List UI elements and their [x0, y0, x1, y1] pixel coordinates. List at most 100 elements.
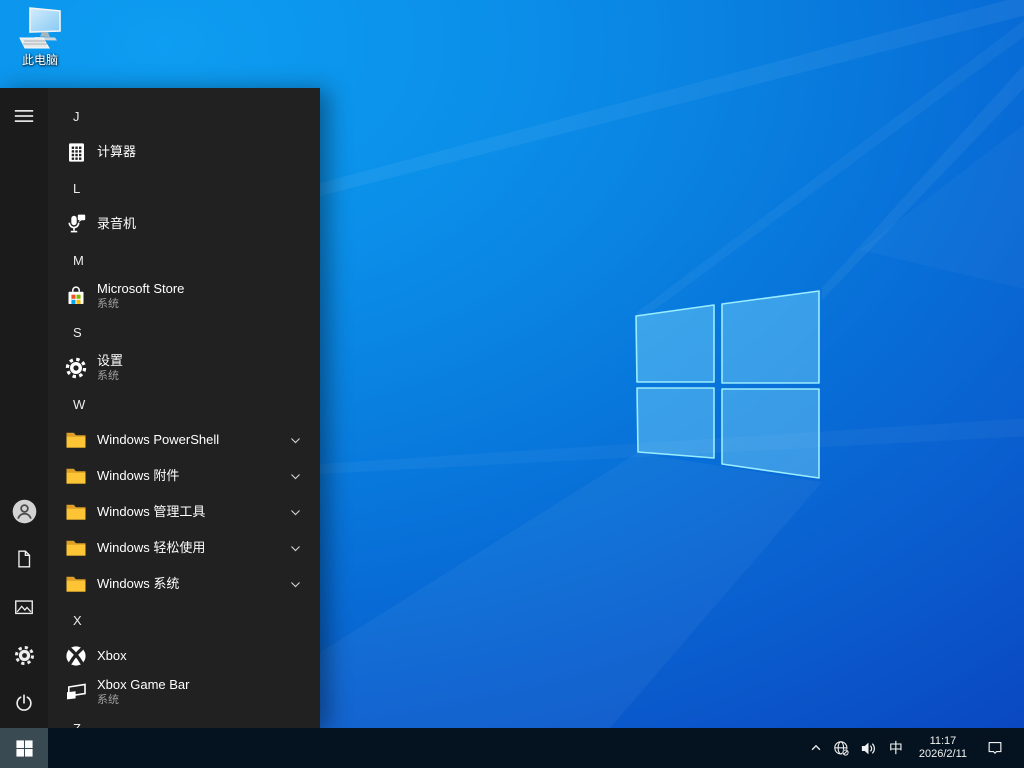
item-labels: 录音机	[97, 217, 136, 231]
start-menu-section-M[interactable]: M	[48, 242, 320, 278]
item-labels: Windows 系统	[97, 577, 179, 591]
clock-time: 11:17	[929, 735, 957, 747]
start-menu-item-voice-recorder[interactable]: 录音机	[48, 206, 320, 242]
ime-indicator[interactable]: 中	[882, 728, 910, 768]
chevron-down-icon[interactable]	[289, 470, 302, 483]
chevron-down-icon[interactable]	[289, 434, 302, 447]
item-title: Xbox	[97, 648, 127, 663]
action-center-button[interactable]	[976, 728, 1016, 768]
start-menu-section-Z[interactable]: Z	[48, 710, 320, 729]
item-labels: Microsoft Store 系统	[97, 280, 185, 311]
item-labels: Xbox	[97, 649, 127, 663]
chevron-down-icon[interactable]	[289, 578, 302, 591]
folder-icon	[64, 464, 88, 488]
hamburger-icon	[13, 105, 35, 127]
rail-button-documents[interactable]	[0, 535, 48, 583]
desktop-icon-label: 此电脑	[21, 53, 58, 67]
item-title: 设置	[97, 352, 124, 368]
rail-button-power[interactable]	[0, 679, 48, 727]
wallpaper-windows-logo	[635, 290, 820, 479]
start-menu-item-calculator[interactable]: 计算器	[48, 134, 320, 170]
calculator-icon	[64, 140, 88, 164]
item-title: Xbox Game Bar	[97, 676, 190, 692]
item-title: 计算器	[97, 144, 137, 159]
gamebar-icon	[64, 680, 88, 704]
start-menu-section-W[interactable]: W	[48, 386, 320, 422]
item-title: Windows 系统	[97, 576, 180, 591]
item-labels: Windows 附件	[97, 469, 179, 483]
item-title: Windows PowerShell	[97, 432, 220, 447]
start-button[interactable]	[0, 728, 48, 768]
start-menu-item-windows-accessories[interactable]: Windows 附件	[48, 458, 320, 494]
system-tray: 中 11:17 2026/2/11	[804, 728, 1024, 768]
start-menu-section-X[interactable]: X	[48, 602, 320, 638]
gear-icon	[13, 644, 36, 667]
section-letter: W	[73, 396, 86, 412]
start-menu-item-xbox-game-bar[interactable]: Xbox Game Bar 系统	[48, 674, 320, 710]
rail-button-expand[interactable]	[0, 92, 48, 140]
network-globe-offline-icon	[833, 740, 850, 757]
item-labels: Windows PowerShell	[97, 433, 219, 447]
section-letter: Z	[73, 720, 81, 729]
microphone-icon	[64, 212, 88, 236]
item-labels: Windows 轻松使用	[97, 541, 205, 555]
chevron-down-icon[interactable]	[289, 542, 302, 555]
start-menu-rail	[0, 88, 48, 728]
rail-button-settings[interactable]	[0, 631, 48, 679]
chevron-down-icon[interactable]	[289, 506, 302, 519]
item-labels: 计算器	[97, 145, 136, 159]
item-labels: Xbox Game Bar 系统	[97, 676, 190, 707]
clock-date: 2026/2/11	[918, 748, 967, 760]
folder-icon	[64, 500, 88, 524]
action-center-icon	[986, 739, 1004, 757]
start-menu-section-L[interactable]: L	[48, 170, 320, 206]
power-icon	[13, 692, 35, 714]
section-letter: M	[73, 252, 84, 268]
item-labels: Windows 管理工具	[97, 505, 205, 519]
section-letter: J	[73, 108, 80, 124]
start-menu-item-windows-system[interactable]: Windows 系统	[48, 566, 320, 602]
item-title: Windows 管理工具	[97, 504, 206, 519]
pictures-icon	[13, 596, 35, 618]
taskbar: 中 11:17 2026/2/11	[0, 728, 1024, 768]
store-icon	[64, 284, 88, 308]
item-subtitle: 系统	[97, 693, 119, 706]
taskbar-clock[interactable]: 11:17 2026/2/11	[910, 728, 976, 768]
network-button[interactable]	[828, 728, 855, 768]
show-hidden-icons-button[interactable]	[804, 728, 828, 768]
rail-button-pictures[interactable]	[0, 583, 48, 631]
start-menu-app-list: J 计算器 L 录音机 M Microsoft Store 系统 S 设置 系统 W Windows …	[48, 88, 320, 728]
item-title: Windows 附件	[97, 468, 180, 483]
xbox-icon	[64, 644, 88, 668]
section-letter: X	[73, 612, 82, 628]
start-menu-item-settings[interactable]: 设置 系统	[48, 350, 320, 386]
item-title: Windows 轻松使用	[97, 540, 206, 555]
item-subtitle: 系统	[97, 297, 119, 310]
item-subtitle: 系统	[97, 369, 119, 382]
document-icon	[13, 548, 35, 570]
start-menu: J 计算器 L 录音机 M Microsoft Store 系统 S 设置 系统 W Windows …	[0, 88, 320, 728]
volume-button[interactable]	[855, 728, 882, 768]
folder-icon	[64, 536, 88, 560]
section-letter: L	[73, 180, 81, 196]
speaker-icon	[860, 740, 877, 757]
start-menu-item-windows-powershell[interactable]: Windows PowerShell	[48, 422, 320, 458]
windows-start-icon	[15, 739, 33, 757]
start-menu-item-xbox[interactable]: Xbox	[48, 638, 320, 674]
rail-button-user[interactable]	[0, 487, 48, 535]
folder-icon	[64, 428, 88, 452]
start-menu-section-S[interactable]: S	[48, 314, 320, 350]
folder-icon	[64, 572, 88, 596]
start-menu-item-windows-admin-tools[interactable]: Windows 管理工具	[48, 494, 320, 530]
start-menu-section-J[interactable]: J	[48, 98, 320, 134]
desktop-icon-this-pc[interactable]: 此电脑	[6, 6, 74, 67]
start-menu-item-microsoft-store[interactable]: Microsoft Store 系统	[48, 278, 320, 314]
item-title: 录音机	[97, 216, 137, 231]
item-title: Microsoft Store	[97, 280, 185, 296]
chevron-up-icon	[809, 741, 823, 755]
gear-app-icon	[64, 356, 88, 380]
start-menu-item-windows-ease-of-access[interactable]: Windows 轻松使用	[48, 530, 320, 566]
computer-icon	[17, 6, 63, 52]
item-labels: 设置 系统	[97, 352, 124, 383]
user-icon	[11, 498, 38, 525]
